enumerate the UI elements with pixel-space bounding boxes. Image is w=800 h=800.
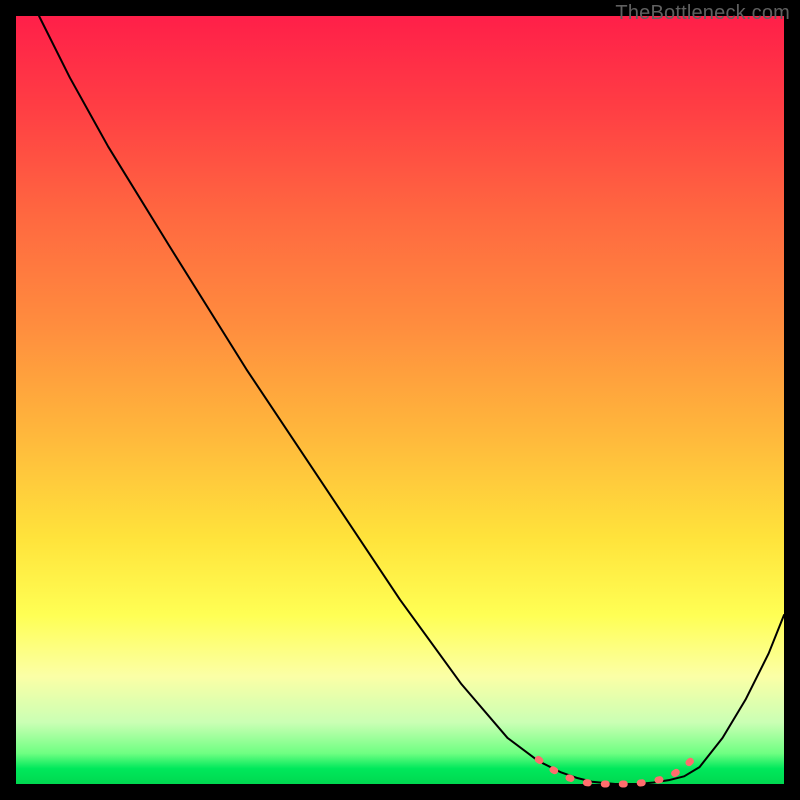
bottleneck-curve xyxy=(39,16,784,784)
plot-area xyxy=(16,16,784,784)
chart-frame: TheBottleneck.com xyxy=(0,0,800,800)
chart-svg xyxy=(16,16,784,784)
